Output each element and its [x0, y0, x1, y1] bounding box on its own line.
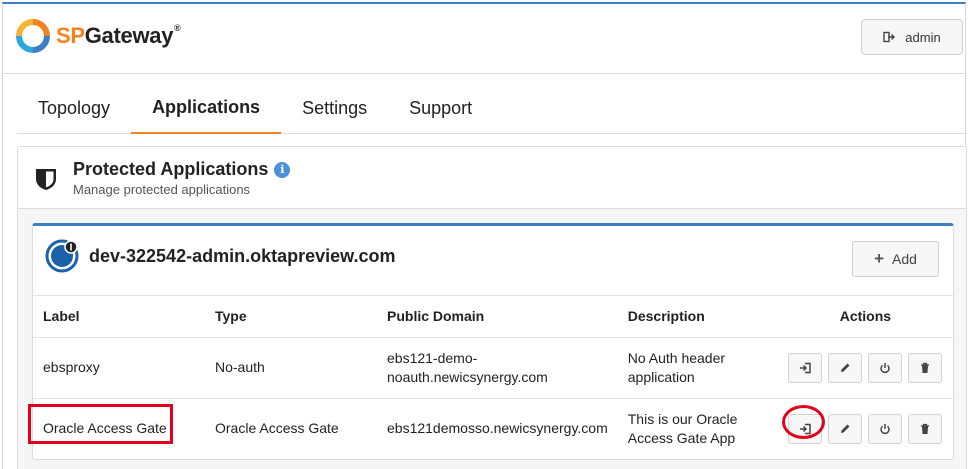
- tenant-title: dev-322542-admin.oktapreview.com: [89, 246, 396, 266]
- column-header-label[interactable]: Label: [33, 296, 205, 338]
- tab-topology[interactable]: Topology: [17, 82, 131, 134]
- cell-description: This is our Oracle Access Gate App: [618, 398, 778, 459]
- admin-button[interactable]: admin: [861, 19, 963, 55]
- logo-ring-icon: [16, 19, 50, 53]
- login-button[interactable]: [788, 413, 823, 444]
- description-line: No Auth header: [627, 349, 726, 366]
- domain-line: ebs121-demo-: [387, 349, 478, 366]
- description-line: This is our Oracle: [627, 410, 738, 427]
- tab-applications[interactable]: Applications: [131, 82, 282, 134]
- cell-description: No Auth header application: [617, 337, 778, 399]
- cell-type: No-auth: [205, 337, 377, 399]
- delete-button[interactable]: [908, 352, 943, 383]
- logo-text: SPGateway®: [56, 23, 181, 49]
- trash-icon: [921, 423, 930, 434]
- logo-gateway: Gateway: [84, 23, 174, 48]
- cell-type: Oracle Access Gate: [215, 420, 339, 437]
- cell-domain: ebs121demosso.newicsynergy.com: [377, 398, 618, 459]
- applications-table: Label Type Public Domain Description Act…: [33, 296, 953, 459]
- delete-button[interactable]: [908, 413, 943, 444]
- header: SPGateway® admin: [3, 4, 965, 74]
- panel-title-text: Protected Applications: [73, 159, 269, 179]
- page-title: Protected Applications i: [73, 159, 291, 180]
- add-application-button[interactable]: + Add: [852, 241, 939, 277]
- panel-header: Protected Applications i Manage protecte…: [18, 147, 966, 209]
- domain-line: ebs121demosso.newicsynergy.com: [387, 420, 608, 437]
- panel-subtitle: Manage protected applications: [73, 182, 251, 197]
- row-actions: [788, 352, 943, 383]
- sign-out-icon: [883, 31, 896, 43]
- admin-label: admin: [905, 29, 941, 45]
- logo-registered-mark: ®: [174, 23, 181, 33]
- tab-label: Topology: [38, 97, 111, 118]
- power-icon: [880, 362, 891, 373]
- app-frame: SPGateway® admin Topology Applications S…: [2, 2, 967, 469]
- domain-line: noauth.newicsynergy.com: [387, 368, 548, 385]
- protected-applications-panel: Protected Applications i Manage protecte…: [17, 146, 967, 469]
- column-header-type[interactable]: Type: [205, 296, 377, 338]
- pencil-icon: [841, 424, 850, 433]
- trash-icon: [921, 362, 930, 373]
- cell-label: ebsproxy: [33, 337, 205, 399]
- table-row: Oracle Access Gate Oracle Access Gate eb…: [33, 398, 953, 459]
- okta-tenant-card: dev-322542-admin.oktapreview.com + Add L…: [32, 223, 954, 460]
- add-label: Add: [892, 251, 917, 267]
- plus-icon: +: [874, 249, 884, 268]
- info-icon[interactable]: i: [274, 161, 291, 178]
- tab-label: Applications: [152, 96, 261, 117]
- column-header-description[interactable]: Description: [617, 296, 778, 338]
- sign-in-icon: [800, 423, 812, 434]
- shield-icon: [36, 169, 56, 190]
- okta-icon: [45, 239, 79, 273]
- spgateway-logo[interactable]: SPGateway®: [16, 19, 181, 53]
- pencil-icon: [841, 363, 850, 372]
- sign-in-icon: [800, 362, 812, 373]
- power-button[interactable]: [868, 352, 903, 383]
- logo-sp: SP: [56, 23, 85, 48]
- power-button[interactable]: [868, 413, 903, 444]
- power-icon: [880, 423, 891, 434]
- tab-settings[interactable]: Settings: [281, 82, 388, 134]
- cell-actions: [777, 337, 953, 399]
- table-header-row: Label Type Public Domain Description Act…: [33, 296, 953, 338]
- tab-label: Settings: [302, 97, 368, 118]
- tab-support[interactable]: Support: [388, 82, 493, 134]
- cell-actions: [778, 398, 953, 459]
- column-header-actions: Actions: [777, 296, 953, 338]
- cell-label: Oracle Access Gate: [43, 420, 167, 437]
- description-line: application: [627, 368, 695, 385]
- card-header: dev-322542-admin.oktapreview.com + Add: [33, 226, 953, 296]
- table-row: ebsproxy No-auth ebs121-demo- noauth.new…: [33, 337, 953, 399]
- main-tabs: Topology Applications Settings Support: [17, 82, 967, 134]
- column-header-public-domain[interactable]: Public Domain: [377, 296, 618, 338]
- edit-button[interactable]: [828, 413, 863, 444]
- row-actions: [788, 413, 943, 444]
- cell-domain: ebs121-demo- noauth.newicsynergy.com: [377, 337, 618, 399]
- login-button[interactable]: [788, 352, 823, 383]
- description-line: Access Gate App: [627, 429, 736, 446]
- edit-button[interactable]: [828, 352, 863, 383]
- tab-label: Support: [409, 97, 473, 118]
